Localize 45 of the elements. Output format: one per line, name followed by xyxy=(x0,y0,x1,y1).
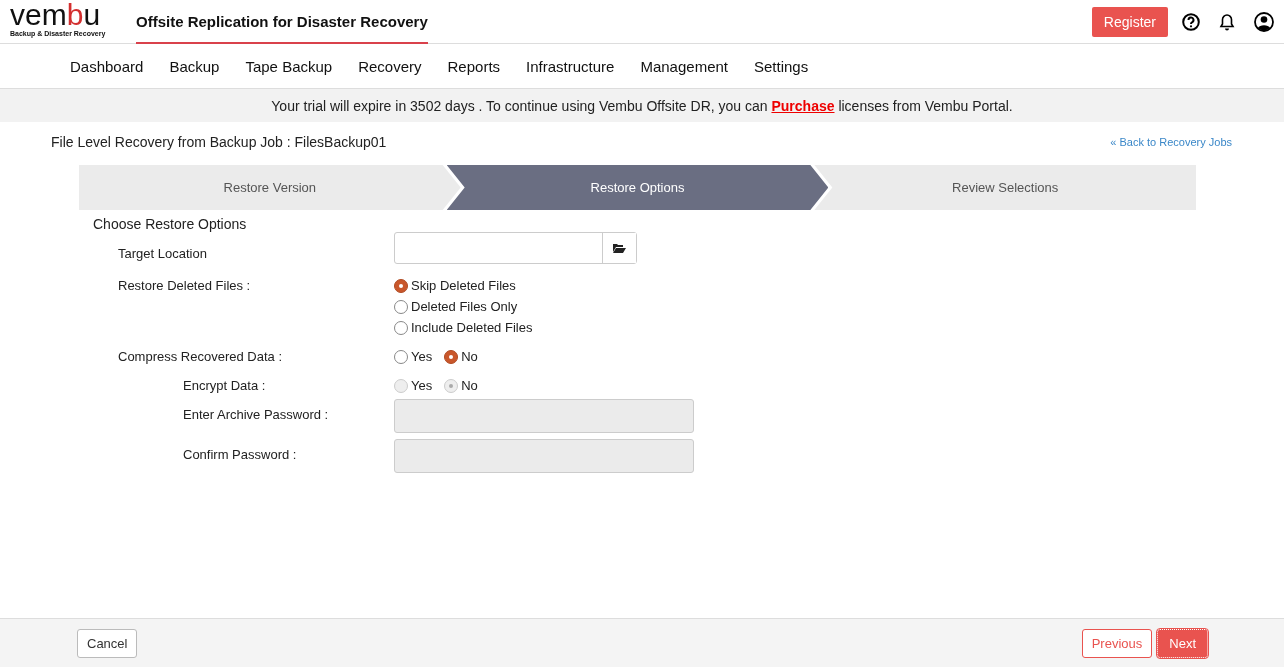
bell-icon[interactable] xyxy=(1219,12,1235,31)
radio-label: Yes xyxy=(411,349,433,364)
help-icon[interactable] xyxy=(1182,12,1200,31)
cancel-button[interactable]: Cancel xyxy=(77,628,138,658)
register-button[interactable]: Register xyxy=(1091,6,1168,37)
field-label: Enter Archive Password : xyxy=(183,407,330,424)
nav-tab[interactable]: Tape Backup xyxy=(245,57,333,75)
folder-icon xyxy=(613,243,626,253)
target-location-field[interactable] xyxy=(394,232,637,264)
radio-button[interactable] xyxy=(394,300,408,314)
radio-label: Yes xyxy=(411,378,433,393)
radio-button[interactable] xyxy=(394,321,408,335)
radio-label: Include Deleted Files xyxy=(411,320,533,335)
section-title: Choose Restore Options xyxy=(92,215,248,232)
nav-tab[interactable]: Recovery xyxy=(358,57,422,75)
radio-label: Skip Deleted Files xyxy=(411,278,516,293)
previous-button[interactable]: Previous xyxy=(1081,628,1153,658)
radio-label: No xyxy=(461,349,478,364)
nav-tab[interactable]: Backup xyxy=(169,57,220,75)
field-label: Compress Recovered Data : xyxy=(118,349,283,364)
next-button[interactable]: Next xyxy=(1157,628,1208,658)
wizard-step[interactable]: Review Selections xyxy=(814,165,1196,210)
radio-button[interactable] xyxy=(444,350,459,364)
nav-tab[interactable]: Settings xyxy=(754,57,809,75)
nav-tab[interactable]: Management xyxy=(640,57,728,75)
field-label: Confirm Password : xyxy=(183,447,298,464)
field-label: Encrypt Data : xyxy=(183,378,267,393)
wizard-step[interactable]: Restore Version xyxy=(79,165,461,210)
radio-label: Deleted Files Only xyxy=(411,299,518,314)
wizard-step[interactable]: Restore Options xyxy=(446,165,829,210)
app-title: Offsite Replication for Disaster Recovery xyxy=(136,1,428,44)
field-label: Target Location xyxy=(118,246,208,263)
field-label: Restore Deleted Files : xyxy=(118,278,252,295)
nav-tab[interactable]: Reports xyxy=(447,57,501,75)
radio-label: No xyxy=(461,378,478,393)
purchase-link[interactable]: Purchase xyxy=(771,97,835,114)
nav-tab[interactable]: Infrastructure xyxy=(526,57,615,75)
back-link[interactable]: « Back to Recovery Jobs xyxy=(1110,136,1232,148)
page-title: File Level Recovery from Backup Job : FilesBackup01 xyxy=(51,134,387,150)
nav-tab[interactable]: Dashboard xyxy=(70,57,144,75)
trial-banner: Your trial will expire in 3502 days . To continue using Vembu Offsite DR, you can Purchase licenses from Vembu Portal. xyxy=(0,89,1284,122)
user-icon[interactable] xyxy=(1254,11,1274,32)
radio-button[interactable] xyxy=(394,279,408,293)
radio-button[interactable] xyxy=(394,350,408,364)
browse-button[interactable] xyxy=(602,233,636,263)
